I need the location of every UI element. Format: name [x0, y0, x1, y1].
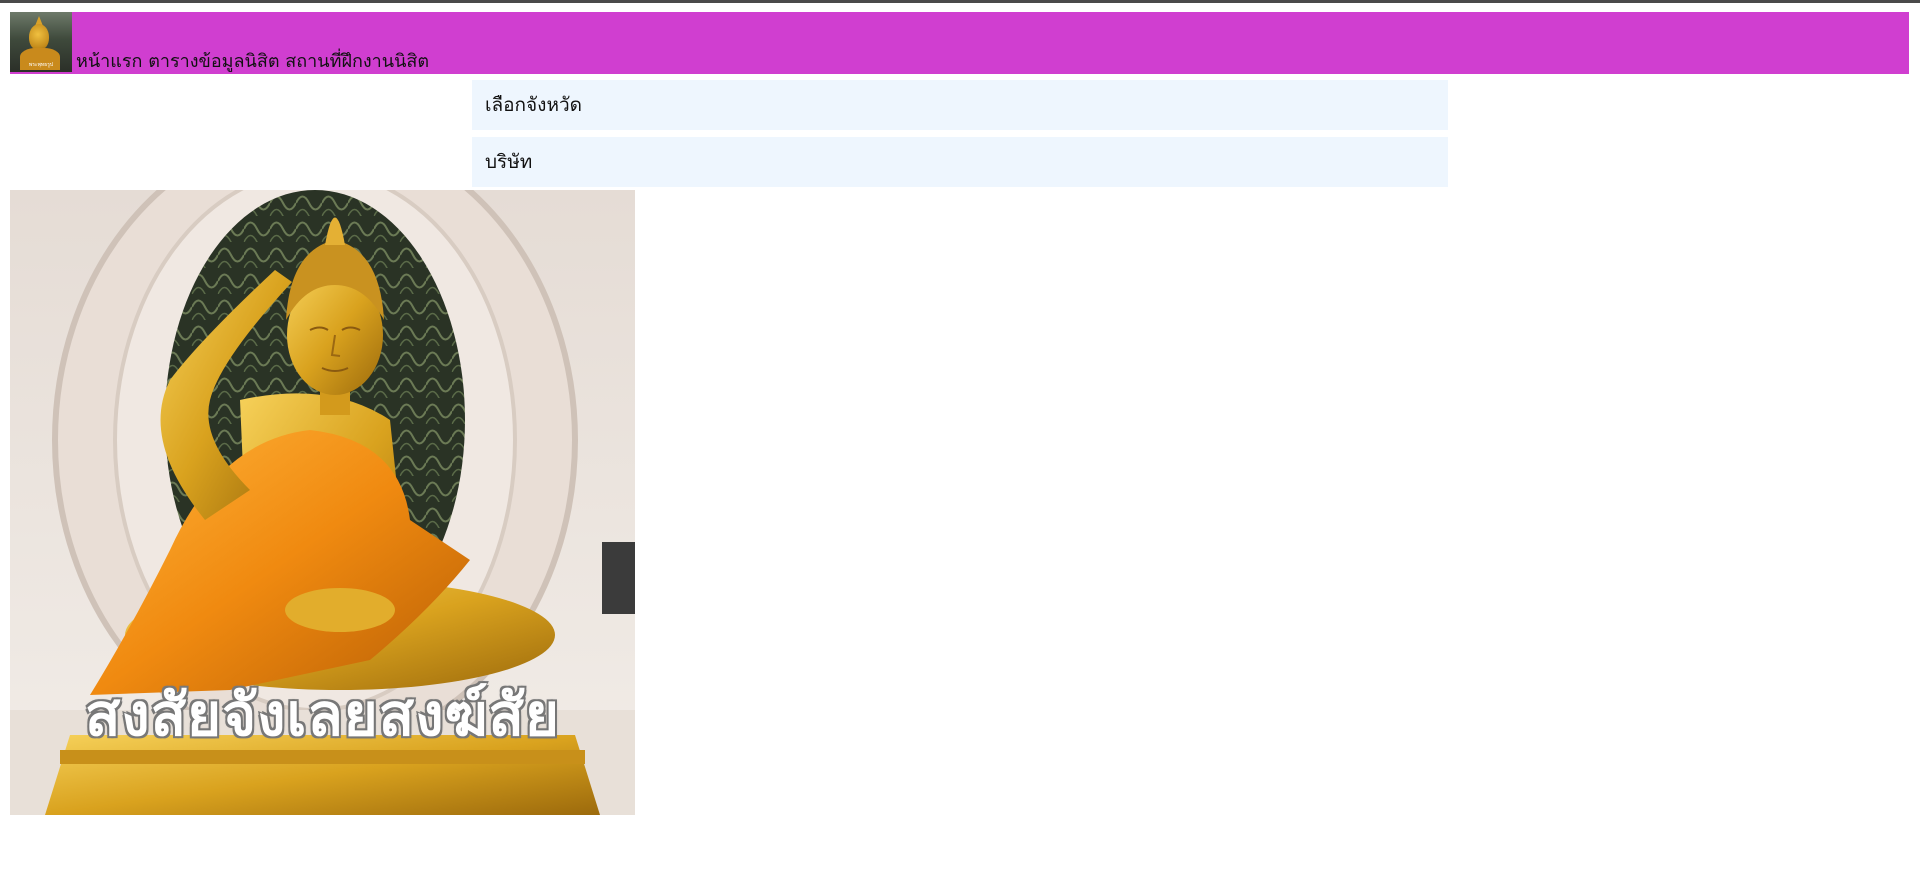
navbar: พระพุทธรูป หน้าแรก ตารางข้อมูลนิสิต สถาน… — [10, 12, 1909, 74]
logo-statue-head — [29, 24, 49, 50]
top-border — [0, 0, 1920, 3]
site-logo[interactable]: พระพุทธรูป — [10, 12, 72, 72]
province-select[interactable]: เลือกจังหวัด — [472, 80, 1448, 130]
nav-link-home[interactable]: หน้าแรก — [76, 51, 142, 72]
nav-links: หน้าแรก ตารางข้อมูลนิสิต สถานที่ฝึกงานนิ… — [76, 51, 429, 73]
company-select[interactable]: บริษัท — [472, 137, 1448, 187]
nav-link-internship-places[interactable]: สถานที่ฝึกงานนิสิต — [285, 51, 429, 72]
nav-link-student-table[interactable]: ตารางข้อมูลนิสิต — [148, 51, 279, 72]
hero-image: สงสัยจังเลยสงฆ์สัย — [10, 190, 635, 815]
hero-caption: สงสัยจังเลยสงฆ์สัย — [85, 681, 560, 749]
logo-caption: พระพุทธรูป — [28, 62, 54, 68]
